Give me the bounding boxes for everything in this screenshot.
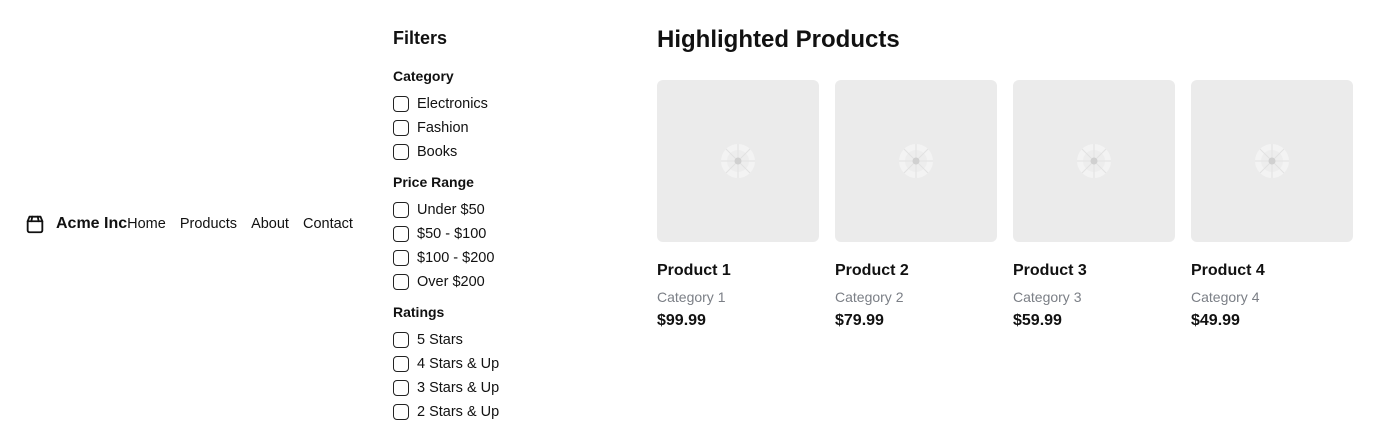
filter-checkbox[interactable] xyxy=(393,120,409,136)
filter-option[interactable]: Electronics xyxy=(393,92,613,116)
filter-option[interactable]: Under $50 xyxy=(393,198,613,222)
image-placeholder-icon xyxy=(1255,144,1289,178)
filter-option-label: 5 Stars xyxy=(417,332,463,348)
filter-checkbox[interactable] xyxy=(393,332,409,348)
filter-option[interactable]: 5 Stars xyxy=(393,328,613,352)
product-price: $99.99 xyxy=(657,312,706,329)
product-name[interactable]: Product 2 xyxy=(835,262,997,280)
filter-option-label: 2 Stars & Up xyxy=(417,404,500,420)
filter-group-title: Ratings xyxy=(393,304,445,320)
brand-name[interactable]: Acme Inc xyxy=(56,215,127,233)
filter-checkbox[interactable] xyxy=(393,96,409,112)
filter-option[interactable]: 4 Stars & Up xyxy=(393,352,613,376)
filter-option-label: 4 Stars & Up xyxy=(417,356,500,372)
filters-title: Filters xyxy=(393,28,448,48)
product-grid: Product 1 Category 1 $99.99 Product 2 Catego… xyxy=(657,80,1353,330)
product-price: $79.99 xyxy=(835,312,884,329)
filter-option[interactable]: Over $200 xyxy=(393,270,613,294)
product-card[interactable]: Product 4 Category 4 $49.99 xyxy=(1191,80,1353,330)
nav-home[interactable]: Home xyxy=(127,216,166,232)
product-image[interactable] xyxy=(1013,80,1175,242)
product-name[interactable]: Product 3 xyxy=(1013,262,1175,280)
filter-option-label: Under $50 xyxy=(417,202,485,218)
product-card[interactable]: Product 2 Category 2 $79.99 xyxy=(835,80,997,330)
product-category: Category 4 xyxy=(1191,289,1260,305)
filter-option-label: Over $200 xyxy=(417,274,485,290)
filter-option-label: $50 - $100 xyxy=(417,226,487,242)
filter-checkbox[interactable] xyxy=(393,144,409,160)
filter-option[interactable]: Books xyxy=(393,140,613,164)
product-card[interactable]: Product 3 Category 3 $59.99 xyxy=(1013,80,1175,330)
nav-products[interactable]: Products xyxy=(180,216,237,232)
filter-option-label: 3 Stars & Up xyxy=(417,380,500,396)
filter-group-title: Category xyxy=(393,68,454,84)
filter-option[interactable]: 3 Stars & Up xyxy=(393,376,613,400)
site-header: Acme Inc Home Products About Contact xyxy=(24,211,353,237)
filter-group: Ratings 5 Stars 4 Stars & Up 3 Stars & Up 2 … xyxy=(393,304,613,424)
nav-contact[interactable]: Contact xyxy=(303,216,353,232)
filter-checkbox[interactable] xyxy=(393,250,409,266)
product-name[interactable]: Product 1 xyxy=(657,262,819,280)
filter-checkbox[interactable] xyxy=(393,380,409,396)
product-price: $59.99 xyxy=(1013,312,1062,329)
filter-option-label: Books xyxy=(417,144,458,160)
filter-group: Price Range Under $50 $50 - $100 $100 - $20… xyxy=(393,174,613,294)
product-card[interactable]: Product 1 Category 1 $99.99 xyxy=(657,80,819,330)
product-category: Category 3 xyxy=(1013,289,1082,305)
filter-group: Category Electronics Fashion Books xyxy=(393,68,613,164)
filter-checkbox[interactable] xyxy=(393,226,409,242)
filter-checkbox[interactable] xyxy=(393,356,409,372)
image-placeholder-icon xyxy=(899,144,933,178)
nav-about[interactable]: About xyxy=(251,216,289,232)
image-placeholder-icon xyxy=(721,144,755,178)
filter-option-label: Electronics xyxy=(417,96,488,112)
product-image[interactable] xyxy=(1191,80,1353,242)
filter-checkbox[interactable] xyxy=(393,404,409,420)
package-icon[interactable] xyxy=(24,213,46,235)
product-image[interactable] xyxy=(657,80,819,242)
filter-option[interactable]: 2 Stars & Up xyxy=(393,400,613,424)
product-price: $49.99 xyxy=(1191,312,1240,329)
image-placeholder-icon xyxy=(1077,144,1111,178)
filter-option-label: $100 - $200 xyxy=(417,250,495,266)
highlighted-products: Highlighted Products Product 1 Category 1… xyxy=(657,26,1353,330)
filter-option-label: Fashion xyxy=(417,120,469,136)
product-name[interactable]: Product 4 xyxy=(1191,262,1353,280)
filters-panel: Filters Category Electronics Fashion Books P… xyxy=(393,28,613,434)
filter-option[interactable]: Fashion xyxy=(393,116,613,140)
product-category: Category 2 xyxy=(835,289,904,305)
main-nav: Home Products About Contact xyxy=(127,216,353,232)
filter-checkbox[interactable] xyxy=(393,202,409,218)
product-category: Category 1 xyxy=(657,289,726,305)
filter-option[interactable]: $100 - $200 xyxy=(393,246,613,270)
product-image[interactable] xyxy=(835,80,997,242)
filter-option[interactable]: $50 - $100 xyxy=(393,222,613,246)
products-title: Highlighted Products xyxy=(657,26,900,53)
filter-group-title: Price Range xyxy=(393,174,474,190)
filter-checkbox[interactable] xyxy=(393,274,409,290)
